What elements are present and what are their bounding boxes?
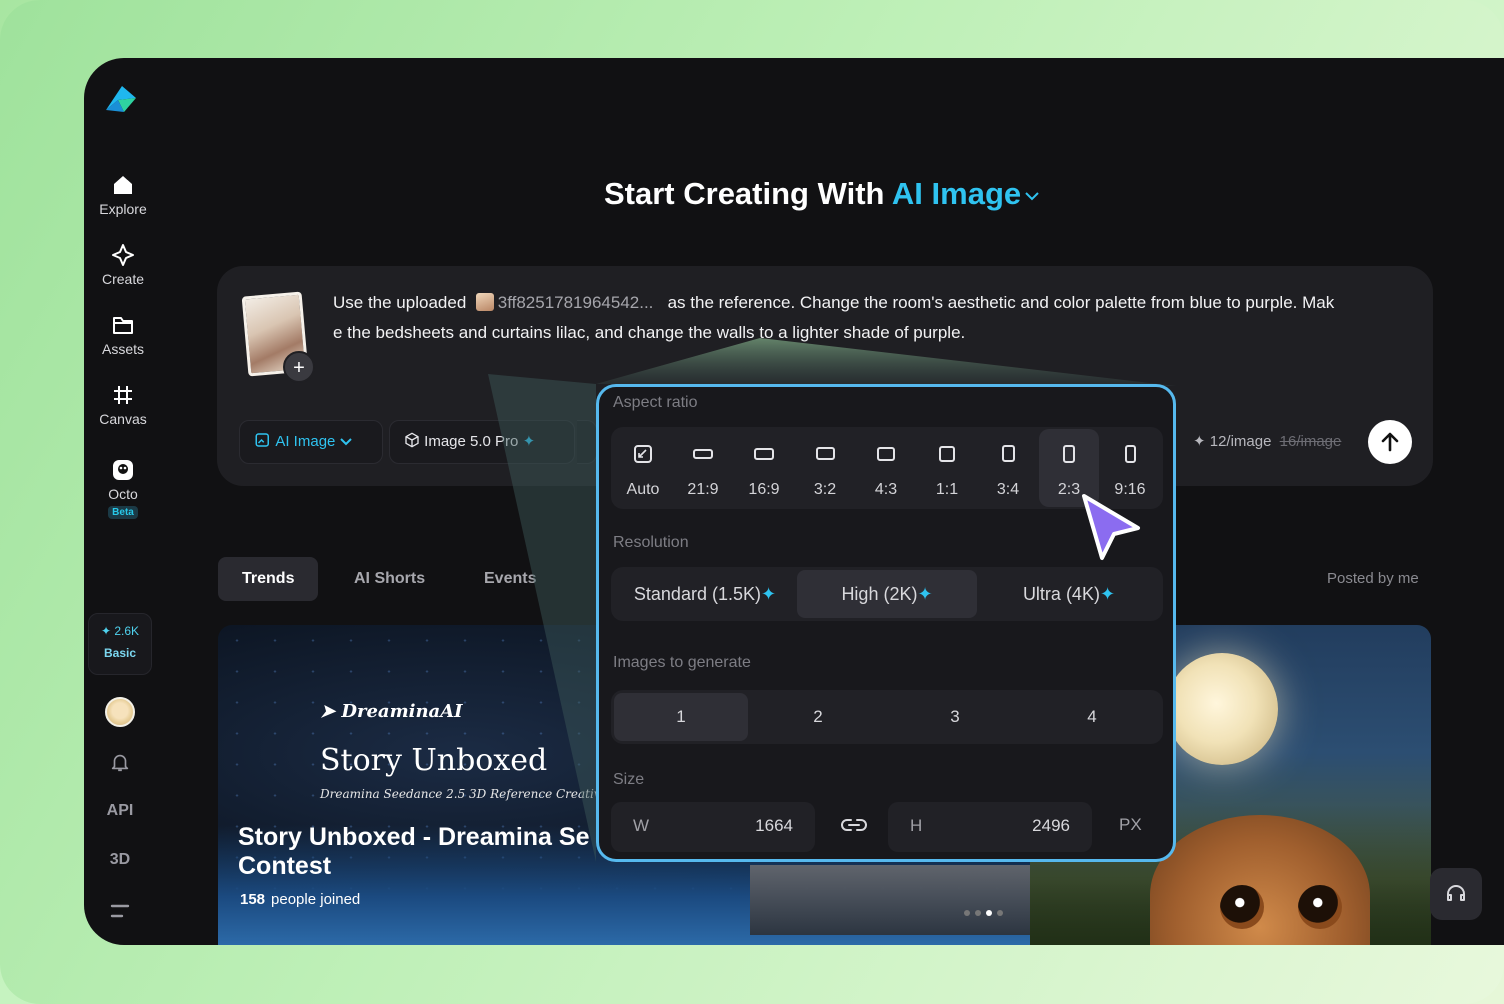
posted-by-me-filter[interactable]: Posted by me: [1327, 570, 1419, 587]
sidebar-item-canvas[interactable]: Canvas: [84, 383, 162, 427]
send-button[interactable]: [1368, 420, 1412, 464]
sidebar-item-octo[interactable]: Octo Beta: [84, 458, 162, 519]
toolbar-chip[interactable]: [577, 420, 597, 464]
generation-settings-panel: Aspect ratio Auto 21:9 16:9 3:2 4:3 1:1 …: [596, 384, 1176, 862]
tab-events[interactable]: Events: [484, 557, 536, 601]
count-option-3[interactable]: 3: [888, 693, 1022, 741]
ai-image-mode-dropdown[interactable]: AI Image: [239, 420, 383, 464]
sidebar-item-explore[interactable]: Explore: [84, 173, 162, 217]
menu-icon[interactable]: [104, 902, 136, 920]
sidebar-item-label: Assets: [101, 341, 144, 357]
chevron-down-icon: [339, 438, 352, 446]
star-icon: ✦: [100, 624, 112, 638]
beta-badge: Beta: [108, 506, 138, 519]
resolution-high[interactable]: High (2K)✦: [797, 570, 977, 618]
3d-link[interactable]: 3D: [104, 851, 136, 869]
link-icon[interactable]: [841, 817, 867, 833]
sidebar-item-label: Canvas: [99, 411, 147, 427]
avatar[interactable]: [105, 697, 135, 727]
ratio-option-3-4[interactable]: 3:4: [978, 429, 1038, 507]
images-to-generate-label: Images to generate: [613, 654, 751, 671]
credits-badge[interactable]: ✦ 2.6K Basic: [88, 613, 152, 675]
ratio-option-3-2[interactable]: 3:2: [795, 429, 855, 507]
height-field[interactable]: H 2496: [888, 802, 1092, 852]
add-reference-button[interactable]: +: [283, 351, 315, 383]
page-title: Start Creating With AI Image: [604, 176, 1039, 212]
prompt-input[interactable]: Use the uploaded 3ff8251781964542... as …: [333, 288, 1413, 348]
credits-amount: 2.6K: [114, 624, 140, 638]
model-selector[interactable]: Image 5.0 Pro ✦: [389, 420, 575, 464]
sparkle-outline-icon: [112, 244, 134, 266]
joined-count: 158 people joined: [240, 891, 361, 908]
carousel-dots[interactable]: [964, 903, 1008, 921]
tab-trends[interactable]: Trends: [218, 557, 319, 601]
reference-thumb-icon: [475, 293, 494, 311]
poster-subtitle: Dreamina Seedance 2.5 3D Reference Creat…: [320, 787, 628, 801]
width-field[interactable]: W 1664: [611, 802, 815, 852]
size-label: Size: [613, 771, 645, 788]
count-option-2[interactable]: 2: [751, 693, 885, 741]
ratio-option-21-9[interactable]: 21:9: [673, 429, 733, 507]
sidebar-item-create[interactable]: Create: [84, 243, 162, 287]
ratio-option-4-3[interactable]: 4:3: [856, 429, 916, 507]
resolution-selector: Standard (1.5K)✦ High (2K)✦ Ultra (4K)✦: [611, 567, 1163, 621]
contest-title: Story Unboxed - Dreamina Se Contest: [238, 823, 590, 880]
mode-switcher[interactable]: AI Image: [892, 176, 1039, 211]
count-option-1[interactable]: 1: [614, 693, 748, 741]
sidebar: Explore Create Assets Canvas Octo Beta ✦…: [84, 58, 162, 945]
sidebar-item-label: Octo: [108, 486, 138, 502]
rabbit-eye: [1220, 885, 1264, 929]
resolution-standard[interactable]: Standard (1.5K)✦: [615, 570, 795, 618]
resolution-ultra[interactable]: Ultra (4K)✦: [979, 570, 1159, 618]
api-link[interactable]: API: [104, 802, 136, 820]
cube-icon: [405, 432, 419, 448]
sidebar-item-label: Explore: [99, 201, 147, 217]
resolution-label: Resolution: [613, 534, 689, 551]
bell-icon[interactable]: [104, 751, 136, 773]
brand-logo-text: ➤ DreaminaAI: [320, 701, 463, 722]
ratio-option-1-1[interactable]: 1:1: [917, 429, 977, 507]
chevron-down-icon: [1025, 192, 1039, 201]
canvas-grid-icon: [114, 386, 132, 404]
sparkle-icon: ✦: [522, 433, 536, 450]
octo-icon: [113, 460, 133, 480]
count-option-4[interactable]: 4: [1025, 693, 1159, 741]
aspect-ratio-label: Aspect ratio: [613, 394, 698, 411]
ratio-option-auto[interactable]: Auto: [613, 429, 673, 507]
reference-chip[interactable]: 3ff8251781964542...: [475, 293, 653, 312]
folder-icon: [113, 317, 133, 334]
smoke-image: [750, 865, 1030, 935]
star-icon: ✦: [1193, 433, 1206, 450]
cursor-pointer-icon: [1082, 494, 1140, 560]
support-button[interactable]: [1430, 868, 1482, 920]
plan-label: Basic: [103, 646, 137, 660]
ratio-option-16-9[interactable]: 16:9: [734, 429, 794, 507]
tab-ai-shorts[interactable]: AI Shorts: [354, 557, 425, 601]
sidebar-item-assets[interactable]: Assets: [84, 313, 162, 357]
dreamina-logo[interactable]: [102, 80, 138, 116]
arrow-up-icon: [1381, 432, 1399, 452]
rabbit-eye: [1298, 885, 1342, 929]
sidebar-item-label: Create: [101, 271, 145, 287]
image-count-selector: 1 2 3 4: [611, 690, 1163, 744]
unit-label: PX: [1119, 815, 1142, 834]
poster-title: Story Unboxed: [320, 743, 548, 778]
cost-per-image: ✦ 12/image 16/image: [1193, 433, 1342, 450]
headset-icon: [1447, 885, 1465, 901]
moon-image: [1166, 653, 1278, 765]
image-sparkle-icon: [255, 433, 269, 447]
home-icon: [114, 176, 132, 194]
auto-ratio-icon: [634, 445, 652, 463]
